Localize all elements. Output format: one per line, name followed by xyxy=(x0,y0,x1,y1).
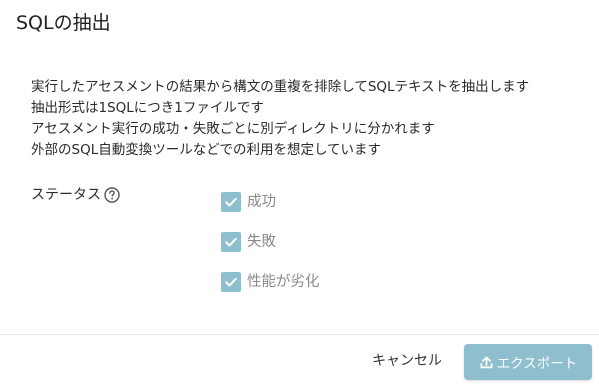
dialog-title: SQLの抽出 xyxy=(16,12,111,34)
status-option-success[interactable]: 成功 xyxy=(221,192,320,212)
status-option-label: 成功 xyxy=(247,194,276,210)
checkmark-icon xyxy=(225,237,237,247)
checkbox-checked[interactable] xyxy=(221,272,241,292)
status-option-failure[interactable]: 失敗 xyxy=(221,232,320,252)
checkbox-checked[interactable] xyxy=(221,192,241,212)
status-label-text: ステータス xyxy=(31,187,101,203)
checkbox-checked[interactable] xyxy=(221,232,241,252)
checkmark-icon xyxy=(225,197,237,207)
description-line: 実行したアセスメントの結果から構文の重複を排除してSQLテキストを抽出します xyxy=(31,79,530,95)
description-line: アセスメント実行の成功・失敗ごとに別ディレクトリに分かれます xyxy=(31,121,435,137)
footer-divider xyxy=(0,334,599,335)
status-option-degraded[interactable]: 性能が劣化 xyxy=(221,272,320,292)
checkmark-icon xyxy=(225,277,237,287)
dialog-description: 実行したアセスメントの結果から構文の重複を排除してSQLテキストを抽出します 抽… xyxy=(31,77,529,161)
description-line: 外部のSQL自動変換ツールなどでの利用を想定しています xyxy=(31,142,382,158)
export-button[interactable]: エクスポート xyxy=(464,344,592,380)
description-line: 抽出形式は1SQLにつき1ファイルです xyxy=(31,100,264,116)
extract-sql-dialog: SQLの抽出 実行したアセスメントの結果から構文の重複を排除してSQLテキストを… xyxy=(0,0,599,386)
upload-icon xyxy=(480,356,493,368)
status-option-label: 性能が劣化 xyxy=(247,274,320,290)
status-checkbox-group: 成功 失敗 性能が劣化 xyxy=(221,192,320,312)
status-option-label: 失敗 xyxy=(247,234,276,250)
export-button-label: エクスポート xyxy=(496,356,578,372)
question-circle-icon[interactable] xyxy=(104,187,120,203)
cancel-button[interactable]: キャンセル xyxy=(364,344,450,378)
status-field-label: ステータス xyxy=(31,184,120,206)
